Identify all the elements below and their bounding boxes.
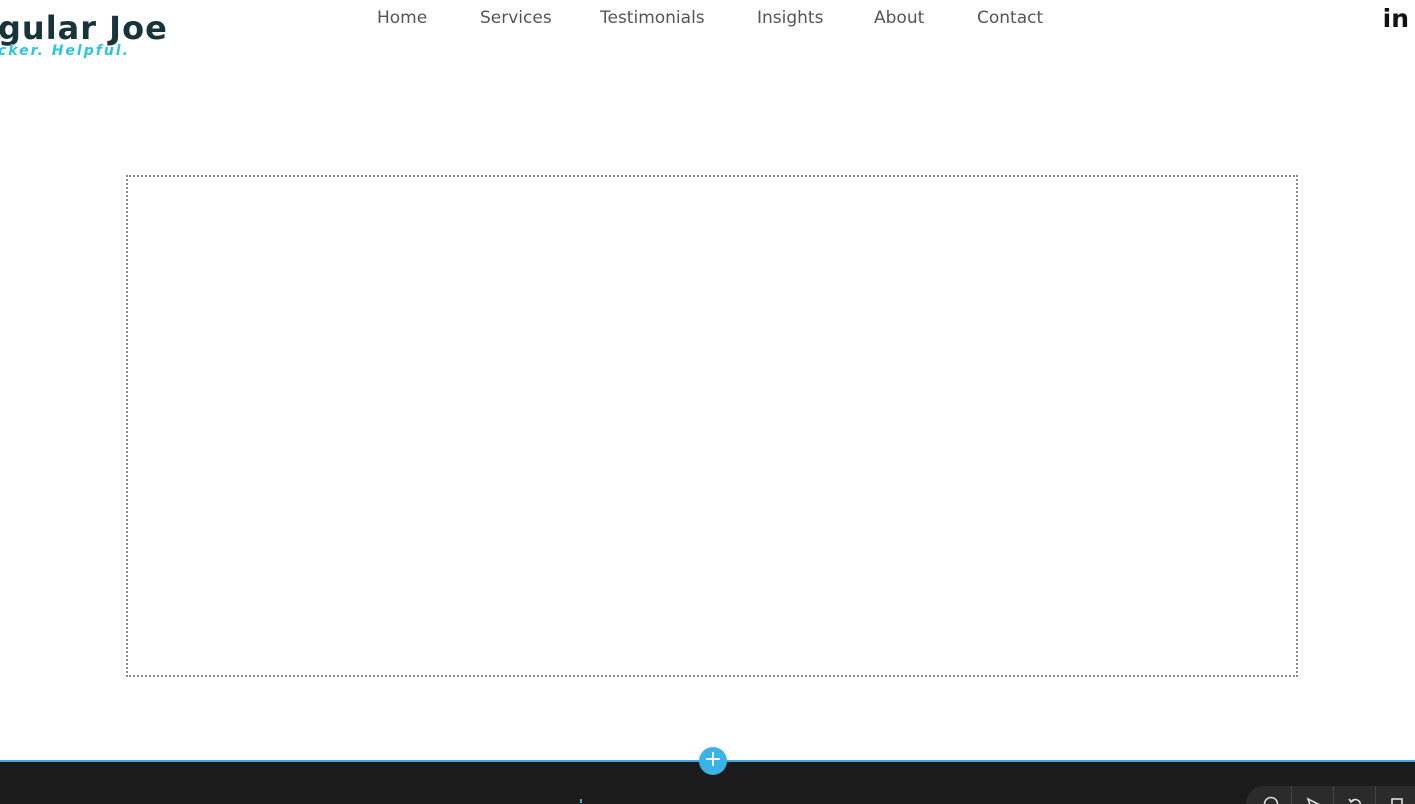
editor-toolbar [1246,786,1415,804]
linkedin-icon[interactable]: in [1383,6,1409,31]
main-navigation: Home Services Testimonials Insights Abou… [377,8,1043,28]
empty-content-placeholder[interactable] [126,175,1298,677]
nav-item-insights[interactable]: Insights [757,8,874,28]
page: gular Joe cker. Helpful. Home Services T… [0,0,1415,804]
panel-icon[interactable] [1376,786,1415,804]
pointer-icon[interactable] [1292,786,1334,804]
help-icon[interactable] [1250,786,1292,804]
add-section-button[interactable]: + [699,747,727,775]
logo-tagline: cker. Helpful. [0,43,130,59]
nav-item-testimonials[interactable]: Testimonials [600,8,757,28]
nav-item-home[interactable]: Home [377,8,480,28]
nav-item-contact[interactable]: Contact [977,8,1043,28]
undo-icon[interactable] [1334,786,1376,804]
logo-title: gular Joe [0,9,168,47]
site-logo[interactable]: gular Joe cker. Helpful. [0,8,228,68]
footer-marker [580,799,582,803]
nav-item-services[interactable]: Services [480,8,600,28]
nav-item-about[interactable]: About [874,8,977,28]
